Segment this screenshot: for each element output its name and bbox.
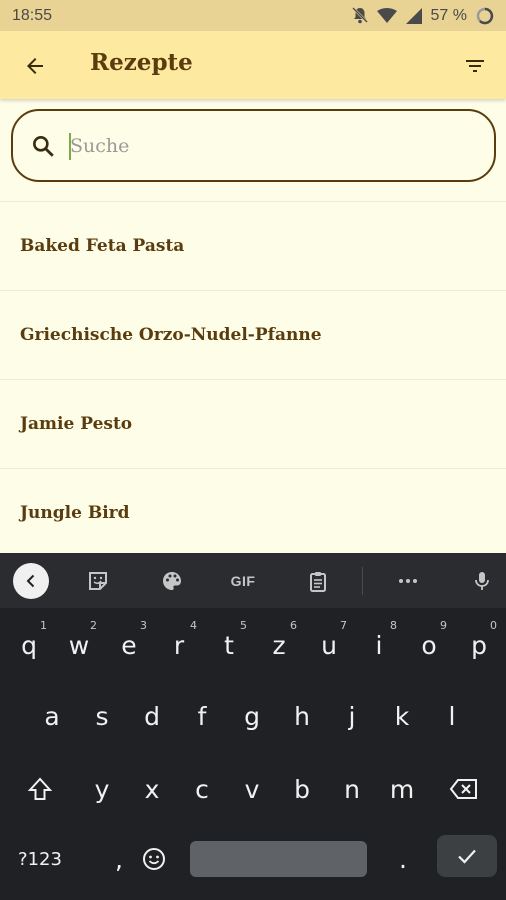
toolbar-divider — [362, 567, 363, 595]
recipe-item[interactable]: Jungle Bird — [0, 468, 506, 557]
key-y[interactable]: y — [78, 759, 126, 819]
search-box[interactable] — [11, 109, 496, 182]
more-options-button[interactable] — [390, 563, 426, 599]
clipboard-icon — [310, 572, 326, 592]
recipe-list: Baked Feta Pasta Griechische Orzo-Nudel-… — [0, 201, 506, 557]
key-s[interactable]: s — [78, 686, 126, 746]
key-k[interactable]: k — [378, 686, 426, 746]
symbols-key[interactable]: ?123 — [8, 829, 72, 889]
key-v[interactable]: v — [228, 759, 276, 819]
key-hint: 6 — [290, 619, 297, 632]
shift-icon — [27, 777, 53, 800]
collapse-toolbar-button[interactable] — [13, 563, 49, 599]
recipe-item[interactable]: Griechische Orzo-Nudel-Pfanne — [0, 290, 506, 379]
key-c[interactable]: c — [178, 759, 226, 819]
status-bar: 18:55 57 % — [0, 0, 506, 31]
key-letter: o — [421, 630, 437, 660]
key-n[interactable]: n — [328, 759, 376, 819]
palette-icon — [163, 572, 181, 590]
recipe-item[interactable]: Baked Feta Pasta — [0, 201, 506, 290]
wifi-icon — [376, 7, 397, 24]
search-icon — [33, 136, 54, 157]
key-w[interactable]: w2 — [55, 615, 103, 675]
key-letter: r — [173, 630, 185, 660]
app-bar: Rezepte — [0, 31, 506, 99]
spacebar[interactable] — [190, 841, 367, 877]
key-z[interactable]: z6 — [255, 615, 303, 675]
arrow-back-icon — [27, 58, 43, 74]
key-o[interactable]: o9 — [405, 615, 453, 675]
key-r[interactable]: r4 — [155, 615, 203, 675]
more-horizontal-icon — [399, 579, 417, 583]
back-button[interactable] — [20, 51, 50, 81]
emoji-icon — [143, 848, 165, 870]
theme-button[interactable] — [154, 563, 190, 599]
key-g[interactable]: g — [228, 686, 276, 746]
notifications-off-icon — [351, 7, 368, 24]
microphone-icon — [475, 572, 489, 590]
backspace-key[interactable] — [440, 759, 488, 819]
key-hint: 5 — [240, 619, 247, 632]
key-letter: p — [471, 630, 487, 660]
key-hint: 7 — [340, 619, 347, 632]
battery-percent: 57 % — [430, 6, 467, 24]
key-hint: 9 — [440, 619, 447, 632]
search-input[interactable] — [70, 129, 470, 163]
key-hint: 1 — [40, 619, 47, 632]
key-hint: 3 — [140, 619, 147, 632]
key-hint: 4 — [190, 619, 197, 632]
key-hint: 2 — [90, 619, 97, 632]
chevron-left-icon — [26, 574, 35, 588]
key-h[interactable]: h — [278, 686, 326, 746]
emoji-key[interactable] — [130, 829, 178, 889]
key-hint: 8 — [390, 619, 397, 632]
key-letter: w — [68, 630, 90, 660]
filter-button[interactable] — [460, 51, 490, 81]
key-x[interactable]: x — [128, 759, 176, 819]
keyboard: GIF q1 w2 e3 r4 t5 z6 u7 i8 o9 p0 a s d … — [0, 553, 506, 900]
filter-icon — [466, 60, 484, 72]
key-letter: z — [272, 630, 286, 660]
status-icons: 57 % — [351, 6, 494, 25]
key-letter: q — [21, 630, 37, 660]
key-f[interactable]: f — [178, 686, 226, 746]
key-l[interactable]: l — [428, 686, 476, 746]
key-e[interactable]: e3 — [105, 615, 153, 675]
key-p[interactable]: p0 — [455, 615, 503, 675]
key-i[interactable]: i8 — [355, 615, 403, 675]
key-b[interactable]: b — [278, 759, 326, 819]
battery-icon — [476, 7, 494, 25]
key-letter: u — [321, 630, 337, 660]
gif-button[interactable]: GIF — [225, 563, 261, 599]
sticker-button[interactable] — [80, 563, 116, 599]
status-time: 18:55 — [12, 6, 53, 24]
clipboard-button[interactable] — [300, 563, 336, 599]
backspace-icon — [449, 779, 477, 799]
key-hint: 0 — [490, 619, 497, 632]
key-letter: t — [224, 630, 234, 660]
page-title: Rezepte — [90, 49, 193, 76]
key-u[interactable]: u7 — [305, 615, 353, 675]
sticker-icon — [89, 572, 107, 590]
period-key[interactable]: . — [380, 829, 426, 889]
key-a[interactable]: a — [28, 686, 76, 746]
checkmark-icon — [458, 849, 476, 864]
key-t[interactable]: t5 — [205, 615, 253, 675]
voice-input-button[interactable] — [464, 563, 500, 599]
key-j[interactable]: j — [328, 686, 376, 746]
recipe-item[interactable]: Jamie Pesto — [0, 379, 506, 468]
key-q[interactable]: q1 — [5, 615, 53, 675]
cellular-signal-icon — [405, 7, 422, 24]
keyboard-toolbar: GIF — [0, 553, 506, 608]
key-letter: i — [375, 630, 383, 660]
key-letter: e — [121, 630, 137, 660]
key-d[interactable]: d — [128, 686, 176, 746]
key-m[interactable]: m — [378, 759, 426, 819]
shift-key[interactable] — [16, 759, 64, 819]
enter-key[interactable] — [437, 835, 497, 877]
